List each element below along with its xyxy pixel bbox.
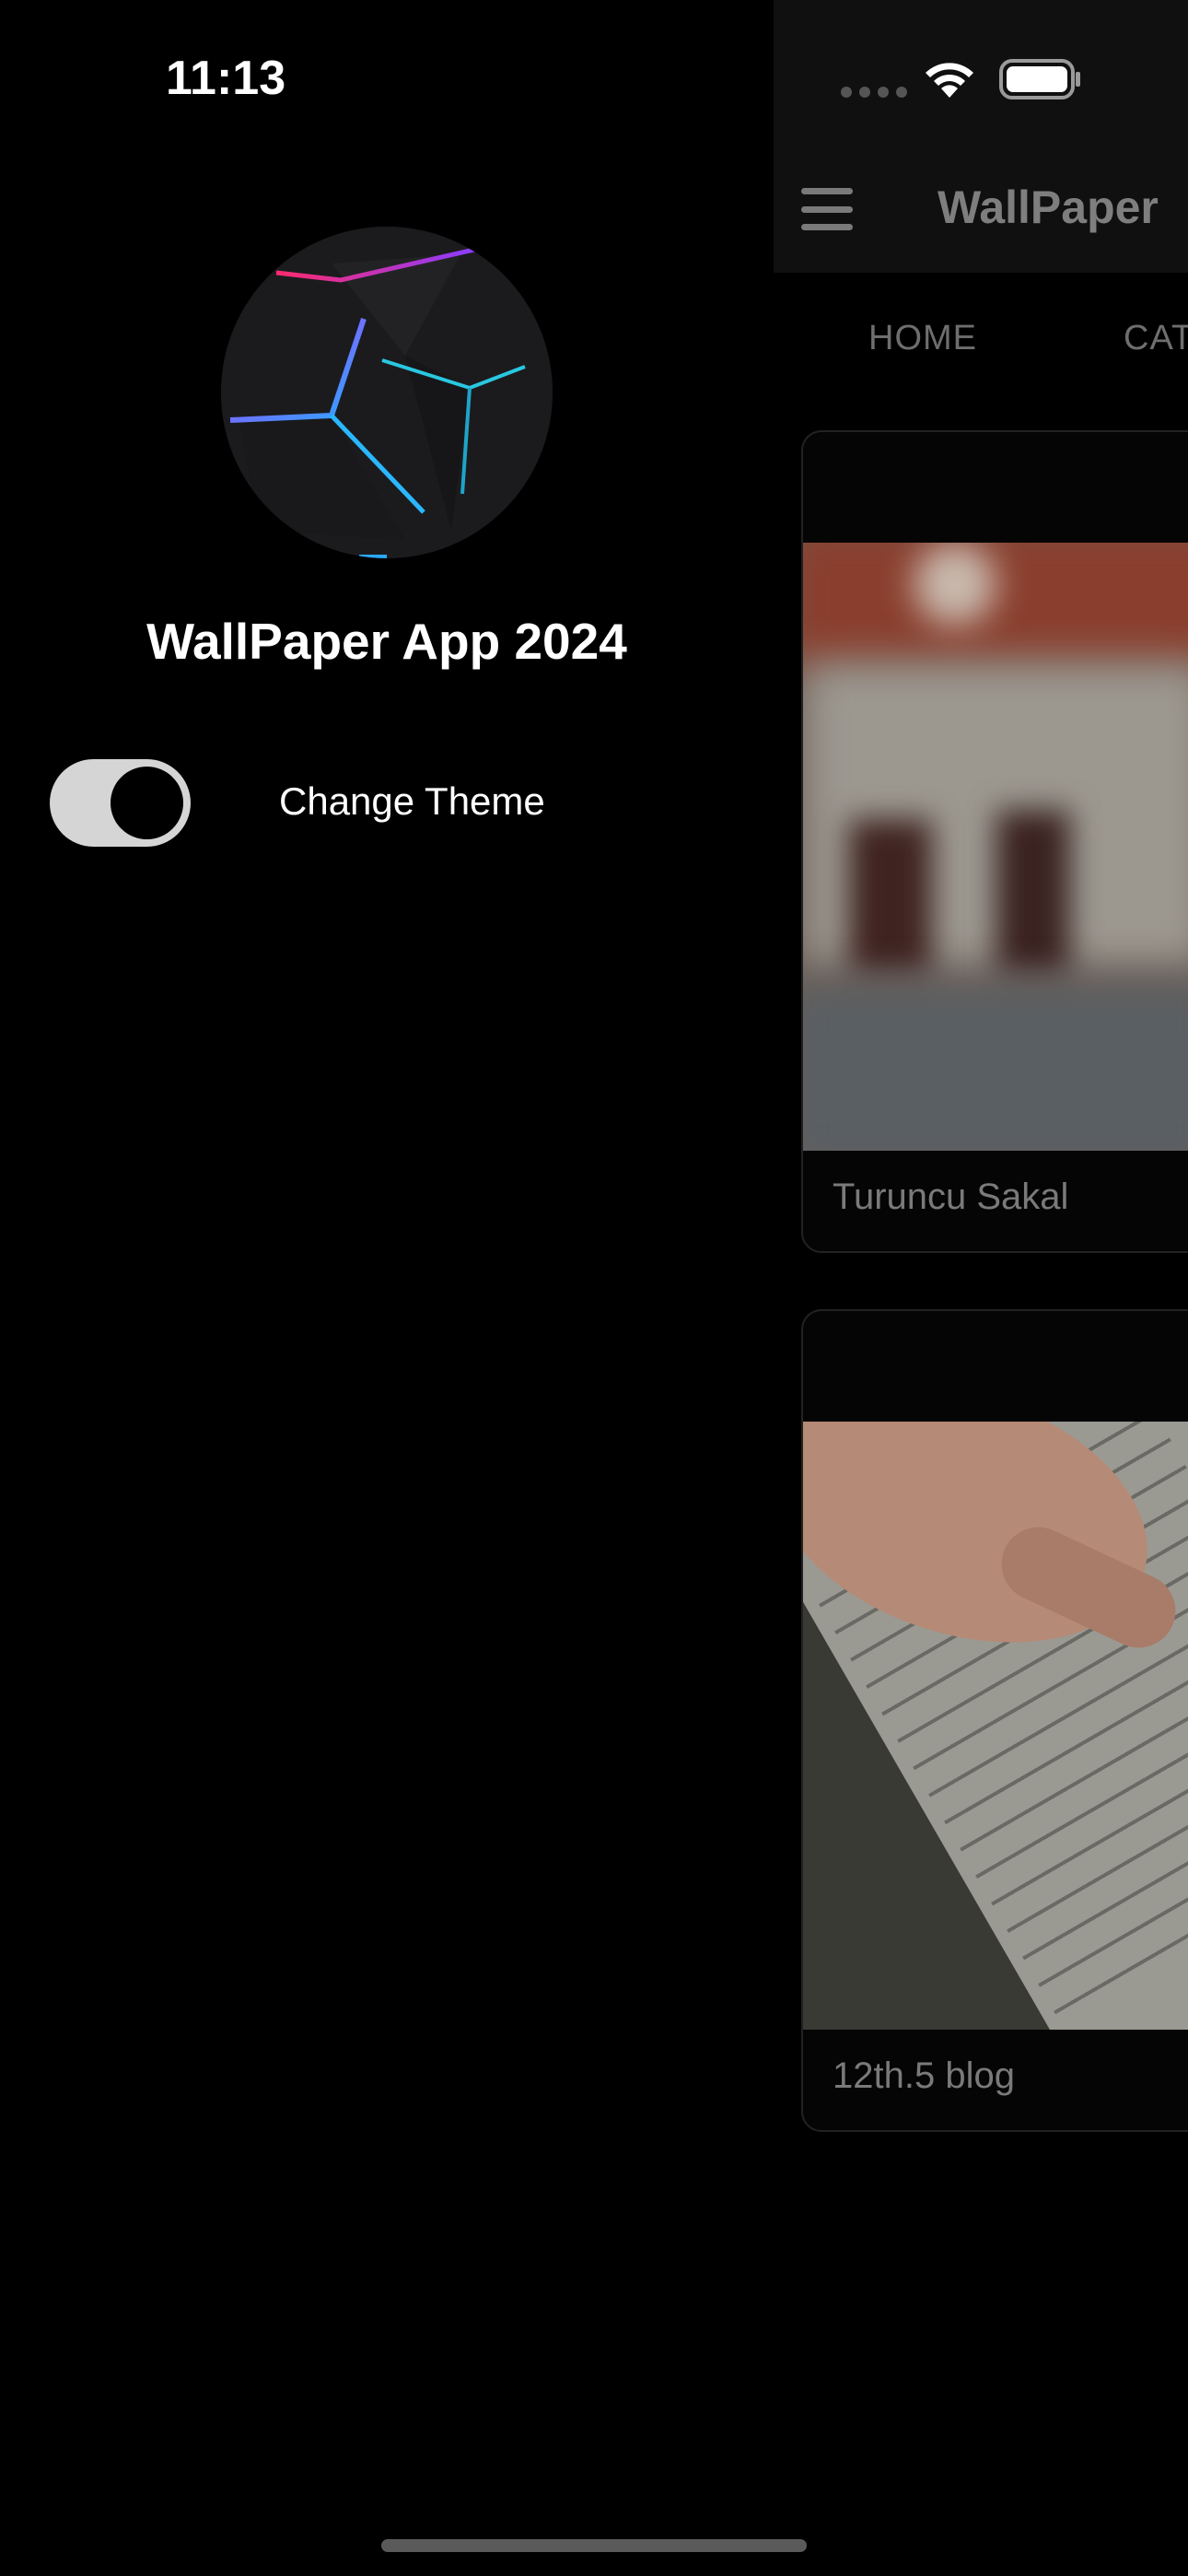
toggle-knob [111,767,183,839]
theme-toggle-switch[interactable] [50,759,191,847]
cellular-signal-icon [841,87,907,98]
app-title: WallPaper [938,181,1159,233]
hamburger-menu-icon[interactable] [801,188,853,230]
tab-home[interactable]: HOME [868,319,977,358]
app-logo-avatar [221,227,553,558]
wallpaper-card[interactable]: Turuncu Sakal [801,430,1188,1253]
battery-icon [999,59,1080,100]
wallpaper-thumbnail [803,1422,1188,2030]
card-caption: Turuncu Sakal [833,1177,1069,1217]
home-indicator[interactable] [381,2539,807,2552]
wallpaper-card[interactable]: 12th.5 blog [801,1309,1188,2132]
tab-bar: HOME CAT [774,304,1188,369]
tab-categories[interactable]: CAT [1124,319,1188,358]
screen: WallPaper HOME CAT Turuncu Sakal 12th.5 … [0,0,1188,2576]
app-bar: WallPaper [774,0,1188,273]
status-time: 11:13 [166,52,286,105]
abstract-logo-icon [221,227,553,558]
navigation-drawer: 11:13 WallPaper App 2024 Change Theme [0,0,774,2576]
wifi-icon [926,63,973,98]
change-theme-label[interactable]: Change Theme [279,779,545,824]
status-icons [838,55,1087,103]
drawer-title: WallPaper App 2024 [146,613,627,670]
wallpaper-thumbnail [803,543,1188,1151]
main-content: WallPaper HOME CAT Turuncu Sakal 12th.5 … [774,0,1188,2576]
card-caption: 12th.5 blog [833,2055,1015,2096]
